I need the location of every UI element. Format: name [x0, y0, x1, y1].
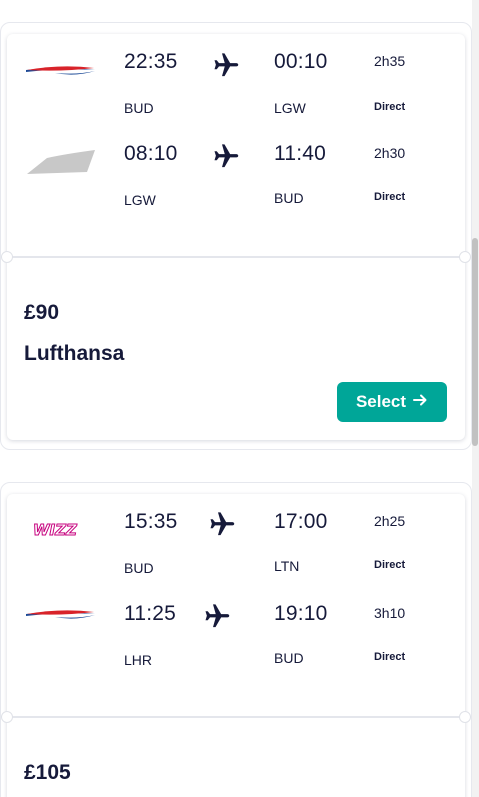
price: £90: [24, 301, 60, 324]
generic-airline-logo: [25, 146, 97, 176]
arrival-time: 00:10: [274, 50, 328, 73]
arrival-time: 17:00: [274, 510, 328, 533]
price: £105: [24, 761, 71, 784]
result-card: 22:35 00:10 2h35 BUD LGW Direct 08:10 11…: [0, 22, 472, 450]
departure-time: 11:25: [124, 602, 176, 625]
outbound-leg: WIZZ 15:35 17:00 2h25 BUD LTN Direct: [7, 494, 465, 584]
ticket-notch-left: [1, 251, 13, 263]
british-airways-logo: [25, 600, 97, 630]
departure-time: 22:35: [124, 50, 178, 73]
arrival-time: 11:40: [274, 142, 326, 165]
ticket-notch-right: [459, 711, 471, 723]
plane-icon: [203, 600, 233, 630]
flight-duration: 2h25: [374, 513, 406, 529]
return-leg: 11:25 19:10 3h10 LHR BUD Direct: [7, 586, 465, 676]
select-button[interactable]: Select: [337, 382, 447, 422]
stops-label: Direct: [374, 559, 406, 571]
plane-icon: [212, 49, 242, 79]
ticket-notch-left: [1, 711, 13, 723]
departure-airport: LHR: [124, 652, 153, 668]
ticket-divider: [7, 716, 465, 718]
arrival-airport: LTN: [274, 558, 300, 574]
arrow-right-icon: [412, 392, 428, 413]
departure-airport: BUD: [124, 100, 154, 116]
departure-airport: LGW: [124, 192, 156, 208]
flight-duration: 2h35: [374, 53, 406, 69]
scrollbar-track[interactable]: [472, 0, 479, 797]
flight-duration: 3h10: [374, 605, 406, 621]
departure-airport: BUD: [124, 560, 154, 576]
wizz-air-logo: WIZZ: [25, 514, 97, 544]
svg-text:WIZZ: WIZZ: [33, 521, 78, 539]
flight-ticket[interactable]: 22:35 00:10 2h35 BUD LGW Direct 08:10 11…: [1, 34, 471, 440]
results-list: 22:35 00:10 2h35 BUD LGW Direct 08:10 11…: [0, 0, 479, 797]
arrival-time: 19:10: [274, 602, 328, 625]
plane-icon: [212, 140, 242, 170]
outbound-leg: 22:35 00:10 2h35 BUD LGW Direct: [7, 34, 465, 124]
stops-label: Direct: [374, 191, 406, 203]
stops-label: Direct: [374, 101, 406, 113]
airline-name: Lufthansa: [24, 342, 125, 365]
return-leg: 08:10 11:40 2h30 LGW BUD Direct: [7, 126, 465, 216]
stops-label: Direct: [374, 651, 406, 663]
ticket-notch-right: [459, 251, 471, 263]
plane-icon: [208, 508, 238, 538]
result-card: WIZZ 15:35 17:00 2h25 BUD LTN Direct 11:…: [0, 482, 472, 797]
british-airways-logo: [25, 56, 97, 86]
ticket-divider: [7, 256, 465, 258]
arrival-airport: BUD: [274, 650, 304, 666]
departure-time: 15:35: [124, 510, 178, 533]
arrival-airport: LGW: [274, 100, 306, 116]
arrival-airport: BUD: [274, 190, 304, 206]
departure-time: 08:10: [124, 142, 178, 165]
flight-duration: 2h30: [374, 145, 406, 161]
flight-ticket[interactable]: WIZZ 15:35 17:00 2h25 BUD LTN Direct 11:…: [1, 494, 471, 797]
scrollbar-thumb[interactable]: [472, 238, 478, 446]
select-label: Select: [355, 392, 407, 411]
